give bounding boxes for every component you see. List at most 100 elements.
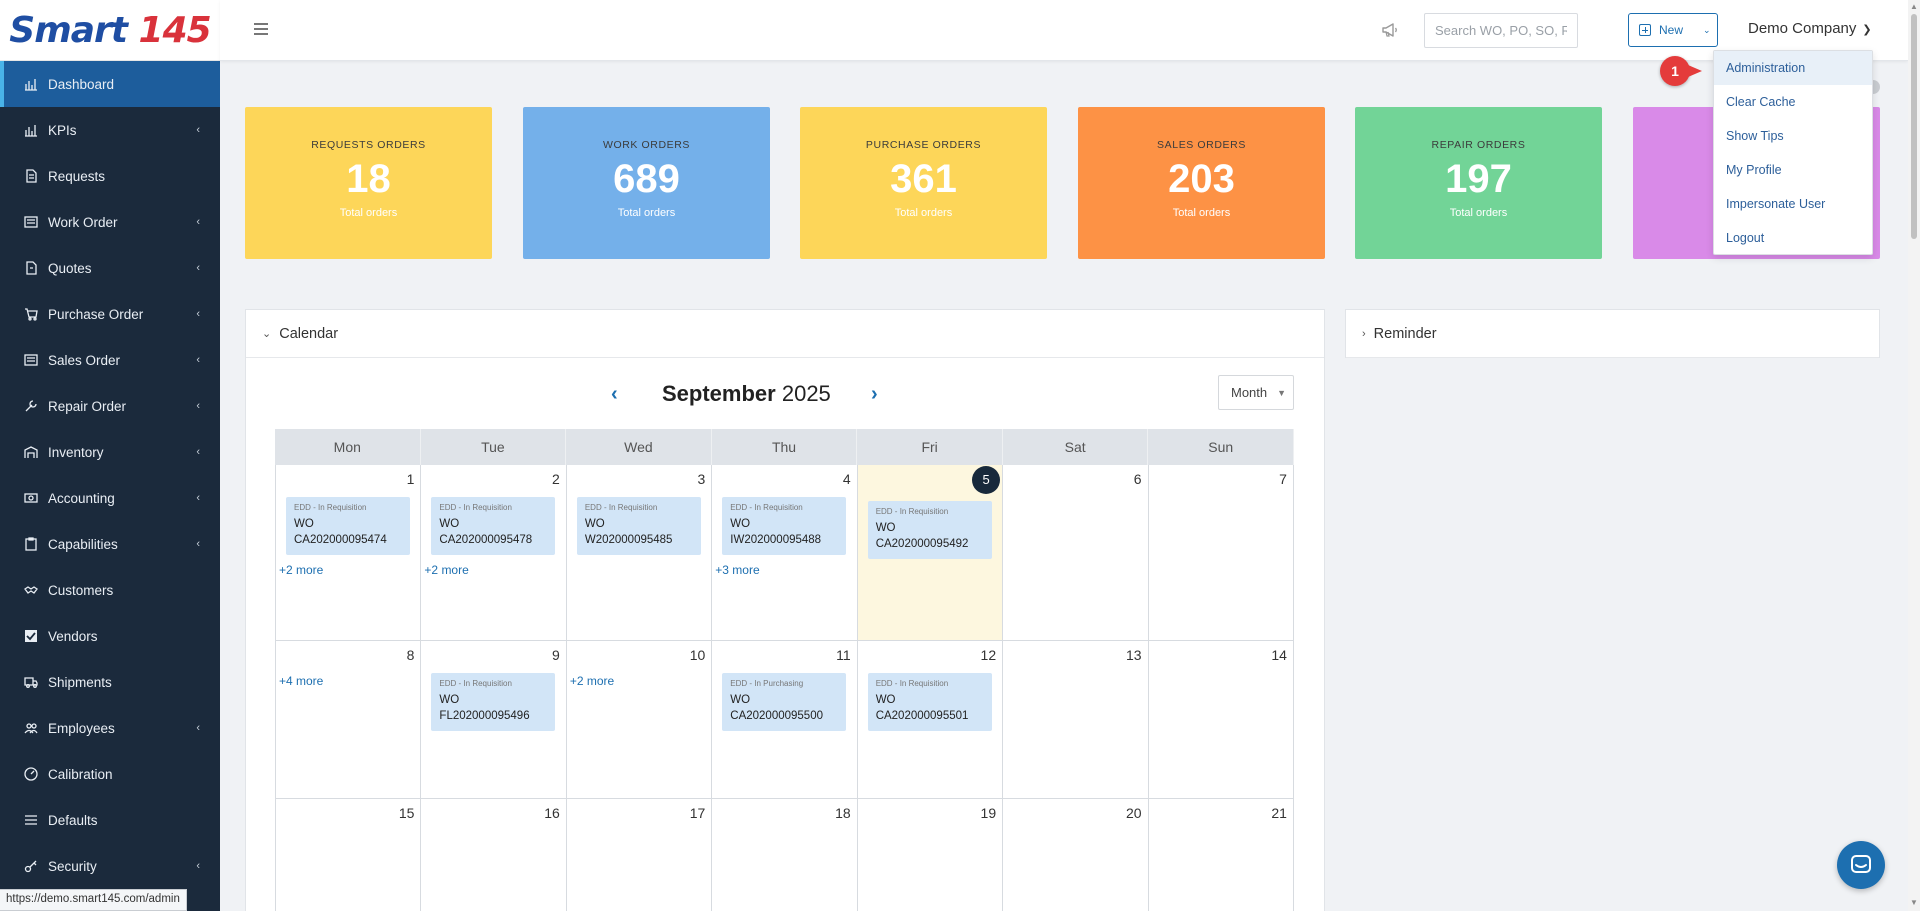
event-tag: EDD - In Purchasing — [730, 679, 804, 688]
menu-toggle-icon[interactable] — [254, 20, 268, 40]
sidebar-item-work-order[interactable]: Work Order ‹ — [0, 199, 220, 245]
chat-icon[interactable] — [1837, 841, 1885, 889]
calendar-event[interactable]: EDD - In Requisition WO CA202000095474 — [286, 497, 410, 555]
calendar-day-cell[interactable]: 13 — [1003, 641, 1149, 799]
search-input[interactable] — [1424, 13, 1578, 48]
calendar-day-cell[interactable]: 15 — [275, 799, 422, 911]
calendar-day-cell[interactable]: 20 — [1003, 799, 1149, 911]
sidebar-item-employees[interactable]: Employees ‹ — [0, 705, 220, 751]
day-number: 4 — [842, 471, 851, 487]
calendar-day-cell[interactable]: 8 +4 more — [275, 641, 422, 799]
calendar-event[interactable]: EDD - In Requisition WO CA202000095501 — [867, 673, 992, 731]
menu-item-clear-cache[interactable]: Clear Cache — [1714, 85, 1872, 119]
handshake-icon — [24, 583, 38, 597]
brand-logo[interactable]: Smart 145 — [0, 0, 220, 61]
sidebar-item-repair-order[interactable]: Repair Order ‹ — [0, 383, 220, 429]
calendar-day-cell[interactable]: 14 — [1148, 641, 1294, 799]
sidebar: Smart 145 Dashboard KPIs ‹ Requests Work… — [0, 0, 220, 911]
calendar-event[interactable]: EDD - In Requisition WO CA202000095492 — [867, 501, 992, 559]
menu-item-show-tips[interactable]: Show Tips — [1714, 119, 1872, 153]
event-name: WO CA202000095501 — [875, 694, 969, 722]
sidebar-item-vendors[interactable]: Vendors — [0, 613, 220, 659]
stat-card-subtitle: Total orders — [1172, 207, 1231, 219]
sidebar-item-calibration[interactable]: Calibration — [0, 751, 220, 797]
top-bar: New ⌄ Demo Company ❯ — [220, 0, 1908, 61]
new-button[interactable]: New ⌄ — [1628, 13, 1718, 47]
cart-icon — [24, 307, 38, 321]
calendar-day-cell[interactable]: 4 EDD - In Requisition WO IW202000095488… — [712, 465, 858, 641]
gauge-icon — [24, 767, 38, 781]
calendar-day-cell[interactable]: 2 EDD - In Requisition WO CA202000095478… — [421, 465, 567, 641]
calendar-week-row: 15 16 17 18 19 20 21 — [275, 799, 1294, 911]
scroll-up-icon[interactable]: ▲ — [1910, 2, 1918, 11]
sidebar-item-dashboard[interactable]: Dashboard — [0, 61, 220, 107]
stat-card[interactable]: WORK ORDERS 689 Total orders — [523, 107, 770, 259]
calendar-day-cell[interactable]: 5 EDD - In Requisition WO CA202000095492 — [857, 465, 1004, 641]
more-events-link[interactable]: +3 more — [715, 563, 759, 577]
more-events-link[interactable]: +2 more — [570, 674, 614, 688]
chevron-left-icon: ‹ — [196, 216, 200, 228]
sidebar-item-purchase-order[interactable]: Purchase Order ‹ — [0, 291, 220, 337]
sidebar-item-capabilities[interactable]: Capabilities ‹ — [0, 521, 220, 567]
calendar-event[interactable]: EDD - In Requisition WO FL202000095496 — [431, 673, 556, 731]
sidebar-item-label: KPIs — [48, 122, 77, 138]
stat-card[interactable]: REPAIR ORDERS 197 Total orders — [1355, 107, 1602, 259]
sidebar-item-quotes[interactable]: Quotes ‹ — [0, 245, 220, 291]
reminder-panel-header[interactable]: › Reminder — [1346, 310, 1879, 358]
calendar-event[interactable]: EDD - In Purchasing WO CA202000095500 — [722, 673, 847, 731]
chevron-right-icon: › — [1362, 327, 1366, 340]
sidebar-item-security[interactable]: Security ‹ — [0, 843, 220, 889]
sidebar-item-kpis[interactable]: KPIs ‹ — [0, 107, 220, 153]
calendar-day-cell[interactable]: 6 — [1003, 465, 1149, 641]
day-number: 3 — [697, 471, 706, 487]
stat-card[interactable]: PURCHASE ORDERS 361 Total orders — [800, 107, 1047, 259]
calendar-day-cell[interactable]: 10 +2 more — [566, 641, 713, 799]
sidebar-item-inventory[interactable]: Inventory ‹ — [0, 429, 220, 475]
megaphone-icon[interactable] — [1380, 20, 1400, 40]
more-events-link[interactable]: +2 more — [424, 563, 468, 577]
calendar-day-cell[interactable]: 9 EDD - In Requisition WO FL202000095496 — [421, 641, 567, 799]
calendar-day-cell[interactable]: 18 — [712, 799, 858, 911]
calendar-day-cell[interactable]: 3 EDD - In Requisition WO W202000095485 — [566, 465, 713, 641]
more-events-link[interactable]: +4 more — [279, 674, 323, 688]
calendar-day-cell[interactable]: 1 EDD - In Requisition WO CA202000095474… — [275, 465, 422, 641]
sidebar-item-defaults[interactable]: Defaults — [0, 797, 220, 843]
stat-card[interactable]: SALES ORDERS 203 Total orders — [1078, 107, 1325, 259]
menu-item-administration[interactable]: Administration — [1714, 51, 1872, 85]
calendar-day-cell[interactable]: 12 EDD - In Requisition WO CA20200009550… — [857, 641, 1004, 799]
page-scrollbar[interactable]: ▲ ▼ — [1908, 0, 1920, 911]
menu-item-logout[interactable]: Logout — [1714, 221, 1872, 255]
menu-item-impersonate-user[interactable]: Impersonate User — [1714, 187, 1872, 221]
chevron-left-icon: ‹ — [196, 308, 200, 320]
calendar-day-cell[interactable]: 17 — [566, 799, 713, 911]
calendar-panel-header[interactable]: ⌄ Calendar — [246, 310, 1324, 358]
sidebar-item-sales-order[interactable]: Sales Order ‹ — [0, 337, 220, 383]
company-menu[interactable]: Demo Company ❯ — [1748, 20, 1872, 37]
day-number: 12 — [980, 647, 997, 663]
calendar-event[interactable]: EDD - In Requisition WO CA202000095478 — [431, 497, 556, 555]
calendar-day-cell[interactable]: 7 — [1148, 465, 1294, 641]
sidebar-item-requests[interactable]: Requests — [0, 153, 220, 199]
more-events-link[interactable]: +2 more — [279, 563, 323, 577]
sidebar-item-customers[interactable]: Customers — [0, 567, 220, 613]
sidebar-item-accounting[interactable]: Accounting ‹ — [0, 475, 220, 521]
calendar-day-cell[interactable]: 21 — [1148, 799, 1294, 911]
stat-card[interactable]: REQUESTS ORDERS 18 Total orders — [245, 107, 492, 259]
scrollbar-thumb[interactable] — [1911, 14, 1917, 239]
money-icon — [24, 491, 38, 505]
calendar-day-cell[interactable]: 19 — [857, 799, 1004, 911]
sidebar-item-label: Employees — [48, 720, 115, 736]
calendar-event[interactable]: EDD - In Requisition WO IW202000095488 — [722, 497, 847, 555]
sidebar-item-shipments[interactable]: Shipments — [0, 659, 220, 705]
menu-item-my-profile[interactable]: My Profile — [1714, 153, 1872, 187]
next-month-button[interactable]: › — [871, 383, 878, 406]
scroll-down-icon[interactable]: ▼ — [1910, 898, 1918, 907]
calendar-day-cell[interactable]: 16 — [421, 799, 567, 911]
calendar-day-cell[interactable]: 11 EDD - In Purchasing WO CA202000095500 — [712, 641, 858, 799]
prev-month-button[interactable]: ‹ — [611, 383, 618, 406]
weekday-label: Fri — [857, 429, 1003, 465]
list-icon — [24, 215, 38, 229]
calendar-event[interactable]: EDD - In Requisition WO W202000095485 — [576, 497, 701, 555]
lines-icon — [24, 813, 38, 827]
view-select[interactable]: Month ▼ — [1218, 375, 1294, 410]
